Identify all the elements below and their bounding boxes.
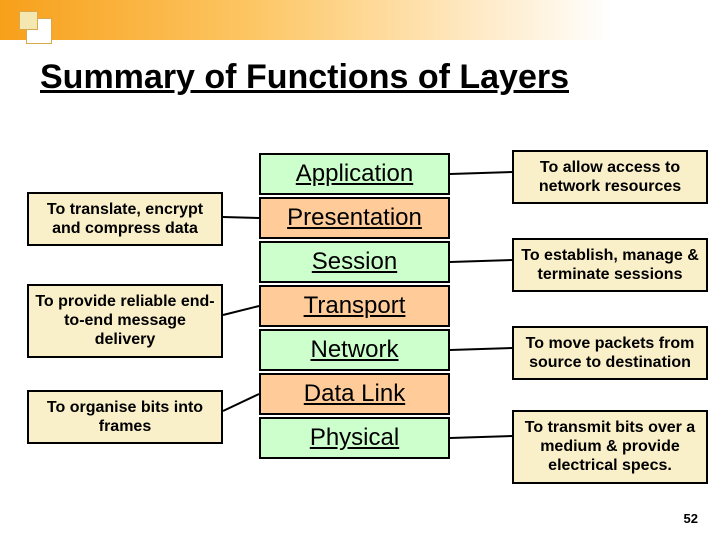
layer-presentation: Presentation (259, 197, 450, 239)
layer-session: Session (259, 241, 450, 283)
layer-application: Application (259, 153, 450, 195)
note-translate-encrypt-compress: To translate, encrypt and compress data (27, 192, 223, 246)
corner-square-inner (19, 11, 38, 30)
page-number: 52 (684, 511, 698, 526)
note-transmit-bits: To transmit bits over a medium & provide… (512, 410, 708, 484)
layer-physical: Physical (259, 417, 450, 459)
layer-transport: Transport (259, 285, 450, 327)
layer-data-link: Data Link (259, 373, 450, 415)
slide-title: Summary of Functions of Layers (40, 58, 569, 97)
top-gradient-bar (0, 0, 720, 40)
note-organise-bits: To organise bits into frames (27, 390, 223, 444)
note-establish-sessions: To establish, manage & terminate session… (512, 238, 708, 292)
layer-network: Network (259, 329, 450, 371)
note-move-packets: To move packets from source to destinati… (512, 326, 708, 380)
note-reliable-delivery: To provide reliable end-to-end message d… (27, 284, 223, 358)
note-access-resources: To allow access to network resources (512, 150, 708, 204)
